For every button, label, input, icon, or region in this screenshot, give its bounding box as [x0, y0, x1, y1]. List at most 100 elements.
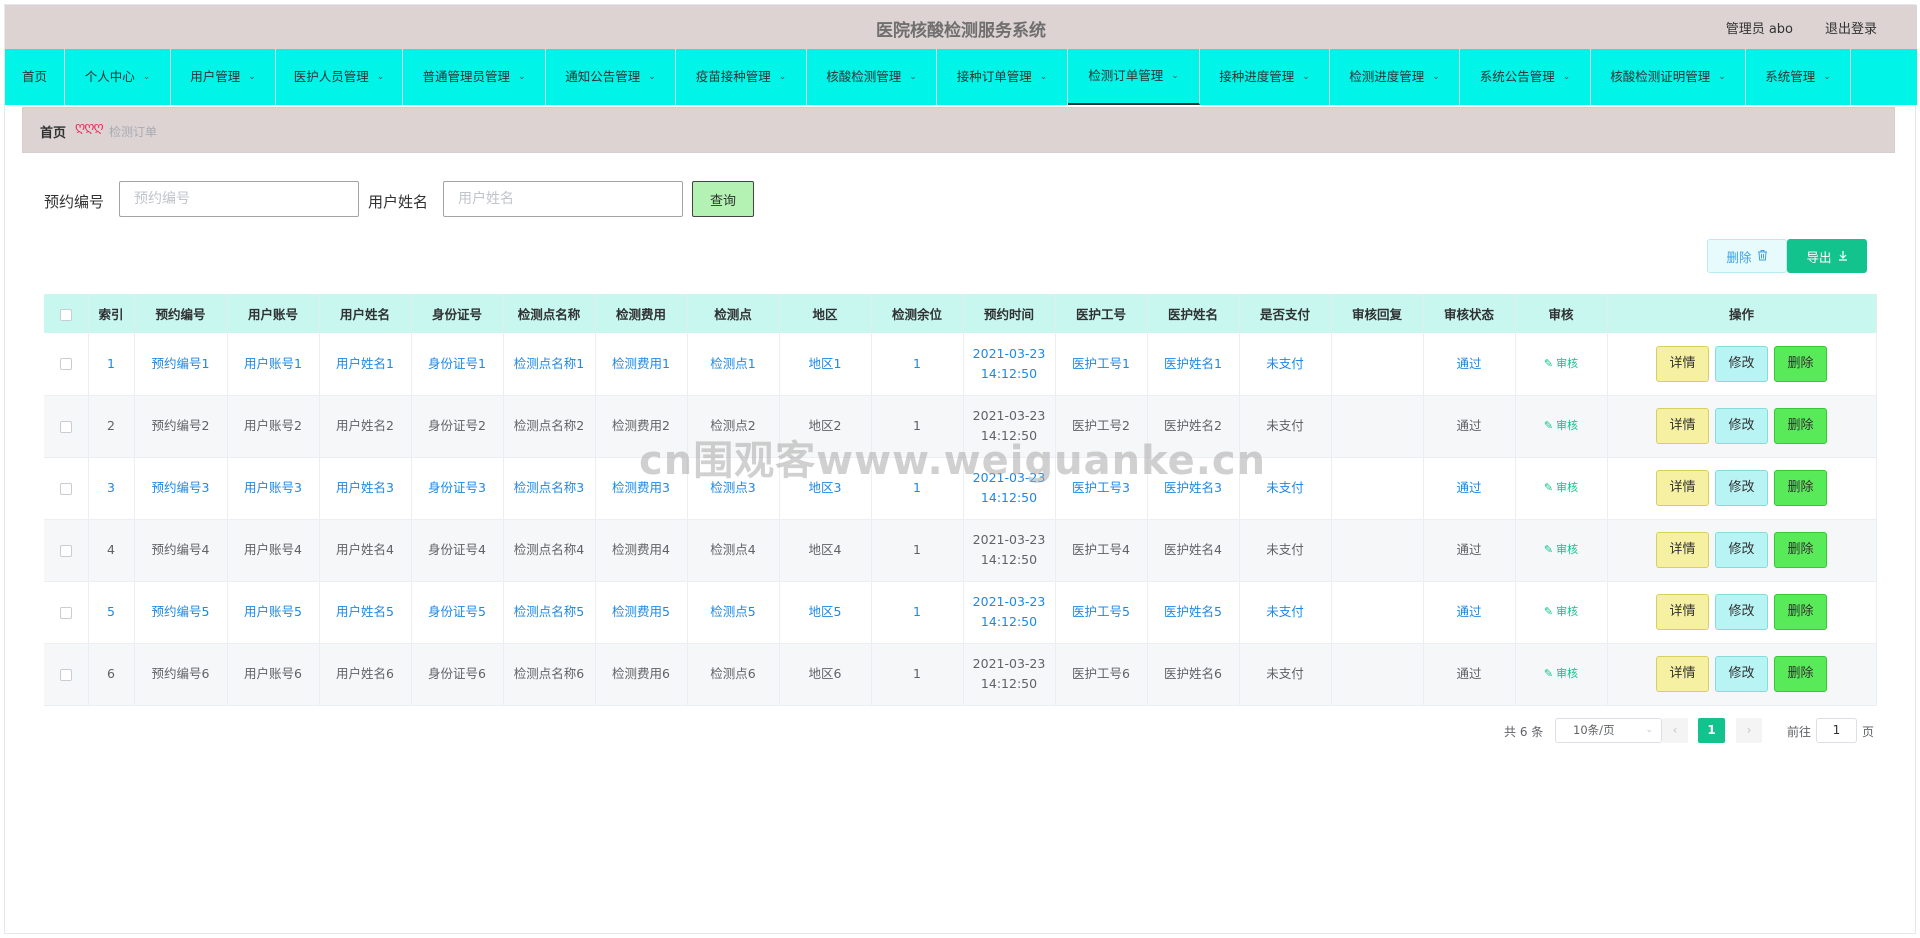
edit-button[interactable]: 修改 [1715, 656, 1768, 692]
detail-button[interactable]: 详情 [1656, 594, 1709, 630]
booking-no-input[interactable] [119, 181, 359, 217]
cell-site: 检测点6 [687, 643, 780, 706]
delete-button[interactable]: 删除 [1774, 594, 1827, 630]
nav-item-label: 核酸检测证明管理 [1610, 69, 1711, 84]
select-all-checkbox[interactable] [59, 308, 72, 321]
breadcrumb-home[interactable]: 首页 [40, 122, 66, 141]
row-checkbox[interactable] [59, 482, 72, 495]
chevron-down-icon: ⌄ [778, 72, 787, 82]
cell-account: 用户账号3 [227, 457, 320, 520]
audit-action-cell: ✎ 审核 [1515, 643, 1608, 706]
cell-booking-time: 2021-03-23 14:12:50 [963, 457, 1056, 520]
row-checkbox[interactable] [59, 420, 72, 433]
edit-pen-icon: ✎ [1543, 543, 1554, 556]
nav-item-13[interactable]: 核酸检测证明管理 ⌄ [1591, 49, 1746, 105]
cell-site: 检测点5 [687, 581, 780, 644]
audit-link[interactable]: ✎ 审核 [1544, 605, 1578, 618]
cell-status: 通过 [1423, 395, 1516, 458]
audit-link[interactable]: ✎ 审核 [1544, 543, 1578, 556]
nav-item-8[interactable]: 接种订单管理 ⌄ [937, 49, 1068, 105]
user-name-input[interactable] [443, 181, 683, 217]
cell-paid: 未支付 [1239, 643, 1332, 706]
nav-item-1[interactable]: 个人中心 ⌄ [65, 49, 171, 105]
row-checkbox[interactable] [59, 606, 72, 619]
delete-button[interactable]: 删除 [1774, 408, 1827, 444]
table-row[interactable]: 1 预约编号1 用户账号1 用户姓名1 身份证号1 检测点名称1 检测费用1 检测点1 地区1 1… [44, 333, 1877, 396]
audit-link[interactable]: ✎ 审核 [1544, 419, 1578, 432]
row-actions-cell: 详情 修改 删除 [1607, 643, 1877, 706]
search-label-user-name: 用户姓名 [368, 193, 429, 211]
table-row[interactable]: 6 预约编号6 用户账号6 用户姓名6 身份证号6 检测点名称6 检测费用6 检测点6 地区6 1… [44, 643, 1877, 706]
cell-index: 4 [88, 519, 135, 582]
audit-link[interactable]: ✎ 审核 [1544, 667, 1578, 680]
query-button[interactable]: 查询 [692, 181, 754, 217]
nav-item-14[interactable]: 系统管理 ⌄ [1746, 49, 1851, 105]
batch-delete-button[interactable]: 删除 [1707, 239, 1787, 273]
detail-button[interactable]: 详情 [1656, 470, 1709, 506]
cell-account: 用户账号1 [227, 333, 320, 396]
cell-name: 用户姓名5 [319, 581, 412, 644]
cell-site: 检测点4 [687, 519, 780, 582]
cell-staff-no: 医护工号6 [1055, 643, 1148, 706]
cell-paid: 未支付 [1239, 581, 1332, 644]
audit-link[interactable]: ✎ 审核 [1544, 481, 1578, 494]
table-row[interactable]: 5 预约编号5 用户账号5 用户姓名5 身份证号5 检测点名称5 检测费用5 检测点5 地区5 1… [44, 581, 1877, 644]
edit-button[interactable]: 修改 [1715, 345, 1768, 382]
delete-button[interactable]: 删除 [1774, 345, 1827, 382]
table-row[interactable]: 2 预约编号2 用户账号2 用户姓名2 身份证号2 检测点名称2 检测费用2 检测点2 地区2 1… [44, 395, 1877, 458]
delete-button[interactable]: 删除 [1774, 470, 1827, 506]
nav-item-5[interactable]: 通知公告管理 ⌄ [546, 49, 676, 105]
cell-remaining: 1 [871, 457, 964, 520]
nav-item-3[interactable]: 医护人员管理 ⌄ [276, 49, 403, 105]
row-checkbox[interactable] [59, 668, 72, 681]
row-checkbox[interactable] [59, 358, 72, 371]
cell-fee: 检测费用2 [595, 395, 688, 458]
logout-link[interactable]: 退出登录 [1825, 18, 1877, 37]
nav-item-11[interactable]: 检测进度管理 ⌄ [1330, 49, 1460, 105]
nav-item-6[interactable]: 疫苗接种管理 ⌄ [676, 49, 807, 105]
table-row[interactable]: 3 预约编号3 用户账号3 用户姓名3 身份证号3 检测点名称3 检测费用3 检测点3 地区3 1… [44, 457, 1877, 520]
column-header: 医护姓名 [1147, 294, 1240, 333]
audit-link[interactable]: ✎ 审核 [1544, 357, 1578, 370]
nav-item-9[interactable]: 检测订单管理 ⌄ [1068, 49, 1200, 105]
nav-item-0[interactable]: 首页 [5, 49, 65, 105]
nav-item-4[interactable]: 普通管理员管理 ⌄ [403, 49, 546, 105]
row-select-cell [44, 333, 89, 396]
goto-page-input[interactable]: 1 [1816, 718, 1857, 743]
page-number-current[interactable]: 1 [1698, 718, 1725, 743]
cell-booking-time: 2021-03-23 14:12:50 [963, 519, 1056, 582]
edit-button[interactable]: 修改 [1715, 594, 1768, 630]
cell-staff-name: 医护姓名5 [1147, 581, 1240, 644]
delete-button[interactable]: 删除 [1774, 656, 1827, 692]
page-size-value: 10条/页 [1573, 723, 1615, 737]
detail-button[interactable]: 详情 [1656, 345, 1709, 382]
download-icon [1838, 249, 1848, 264]
detail-button[interactable]: 详情 [1656, 656, 1709, 692]
row-checkbox[interactable] [59, 544, 72, 557]
detail-button[interactable]: 详情 [1656, 532, 1709, 568]
column-header: 审核 [1515, 294, 1608, 333]
chevron-down-icon: ⌄ [142, 72, 151, 82]
nav-item-12[interactable]: 系统公告管理 ⌄ [1460, 49, 1591, 105]
cell-booking-no: 预约编号1 [134, 333, 228, 396]
audit-action-cell: ✎ 审核 [1515, 395, 1608, 458]
edit-button[interactable]: 修改 [1715, 470, 1768, 506]
table-row[interactable]: 4 预约编号4 用户账号4 用户姓名4 身份证号4 检测点名称4 检测费用4 检测点4 地区4 1… [44, 519, 1877, 582]
edit-button[interactable]: 修改 [1715, 408, 1768, 444]
page-size-select[interactable]: 10条/页 ⌄ [1555, 718, 1662, 743]
next-page-button[interactable]: › [1736, 718, 1762, 743]
nav-item-7[interactable]: 核酸检测管理 ⌄ [807, 49, 937, 105]
edit-button[interactable]: 修改 [1715, 532, 1768, 568]
delete-button[interactable]: 删除 [1774, 532, 1827, 568]
nav-item-10[interactable]: 接种进度管理 ⌄ [1200, 49, 1330, 105]
nav-item-2[interactable]: 用户管理 ⌄ [171, 49, 276, 105]
nav-item-label: 用户管理 [190, 69, 241, 84]
cell-region: 地区6 [779, 643, 872, 706]
prev-page-button[interactable]: ‹ [1662, 718, 1688, 743]
column-header: 预约时间 [963, 294, 1056, 333]
export-button[interactable]: 导出 [1787, 239, 1867, 273]
cell-region: 地区5 [779, 581, 872, 644]
detail-button[interactable]: 详情 [1656, 408, 1709, 444]
column-header: 用户账号 [227, 294, 320, 333]
cell-paid: 未支付 [1239, 333, 1332, 396]
